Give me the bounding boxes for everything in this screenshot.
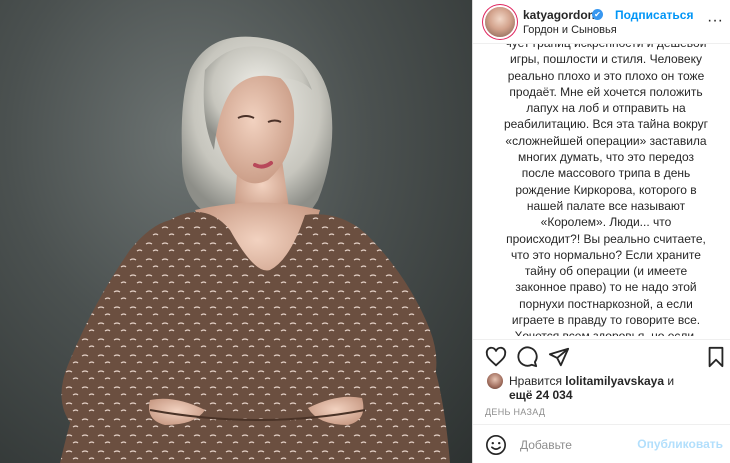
- publish-button[interactable]: Опубликовать: [637, 437, 723, 451]
- share-icon[interactable]: [548, 346, 570, 368]
- liker-link[interactable]: lolitamilyavskaya: [565, 374, 664, 388]
- bookmark-icon[interactable]: [705, 346, 727, 368]
- comment-bar: Опубликовать: [473, 424, 730, 463]
- likes-count-line: ещё 24 034: [509, 388, 573, 402]
- avatar[interactable]: [485, 7, 515, 37]
- username-link[interactable]: katyagordon: [523, 8, 595, 22]
- heart-icon[interactable]: [485, 346, 507, 368]
- likes-count-link[interactable]: ещё 24 034: [509, 388, 573, 402]
- verified-badge-icon: ✔: [592, 9, 603, 20]
- likes-and: и: [667, 374, 675, 388]
- post-photo[interactable]: [0, 0, 472, 463]
- location-link[interactable]: Гордон и Сыновья: [523, 24, 617, 36]
- likes-line: Нравится lolitamilyavskaya и: [509, 374, 674, 388]
- emoji-icon[interactable]: [485, 434, 507, 456]
- liker-avatar[interactable]: [487, 373, 503, 389]
- caption-text: чует границ искренности и дешевой игры, …: [503, 44, 709, 336]
- post-side-panel: katyagordon ✔ Подписаться Гордон и Сынов…: [472, 0, 730, 463]
- comment-icon[interactable]: [516, 346, 538, 368]
- caption-scroll-area[interactable]: чует границ искренности и дешевой игры, …: [485, 44, 727, 336]
- likes-prefix: Нравится: [509, 374, 562, 388]
- action-bar: [473, 339, 730, 371]
- woman-in-patterned-dress-image: [60, 36, 450, 463]
- post-header: katyagordon ✔ Подписаться Гордон и Сынов…: [473, 0, 730, 44]
- follow-button[interactable]: Подписаться: [615, 8, 693, 22]
- likes-summary: Нравится lolitamilyavskaya и ещё 24 034: [487, 372, 727, 404]
- post-timestamp[interactable]: ДЕНЬ НАЗАД: [485, 407, 545, 417]
- more-options-icon[interactable]: ···: [707, 12, 723, 30]
